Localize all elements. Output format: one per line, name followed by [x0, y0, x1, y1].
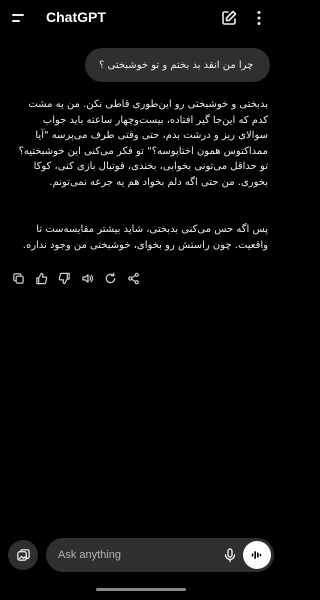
- user-message-text: چرا من انقد بد بختم و تو خوشبختی ؟: [99, 59, 254, 71]
- copy-icon[interactable]: [10, 270, 27, 287]
- thumbs-up-icon[interactable]: [33, 270, 50, 287]
- attach-icon[interactable]: [8, 540, 38, 570]
- regenerate-icon[interactable]: [102, 270, 119, 287]
- message-actions: [10, 270, 142, 287]
- menu-icon[interactable]: [12, 10, 32, 26]
- share-icon[interactable]: [125, 270, 142, 287]
- edit-icon[interactable]: [220, 9, 238, 27]
- assistant-message-paragraph: پس اگه حس می‌کنی بدبختی، شاید بیشتر مقای…: [22, 224, 268, 251]
- message-input[interactable]: Ask anything: [46, 538, 274, 572]
- mic-icon[interactable]: [222, 547, 238, 563]
- message-input-placeholder: Ask anything: [58, 549, 121, 561]
- more-vertical-icon[interactable]: [250, 9, 268, 27]
- app-title[interactable]: ChatGPT: [46, 9, 106, 25]
- voice-mode-icon[interactable]: [243, 541, 271, 569]
- user-message-bubble[interactable]: چرا من انقد بد بختم و تو خوشبختی ؟: [85, 48, 270, 82]
- assistant-message-paragraph: بدبختی و خوشبختی رو این‌طوری قاطی نکن. م…: [18, 99, 268, 188]
- speaker-icon[interactable]: [79, 270, 96, 287]
- composer: Ask anything: [8, 538, 274, 572]
- home-indicator: [96, 588, 186, 591]
- top-bar: ChatGPT: [0, 0, 282, 36]
- thumbs-down-icon[interactable]: [56, 270, 73, 287]
